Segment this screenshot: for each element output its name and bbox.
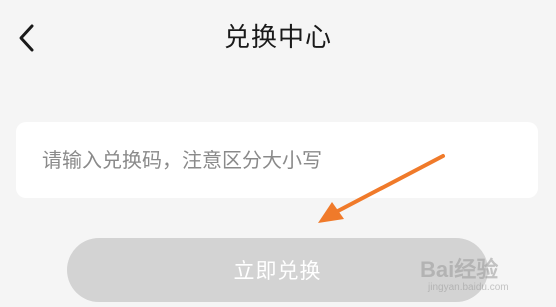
baidu-jingyan-watermark: Bai经验 jingyan.baidu.com xyxy=(420,248,550,300)
redeem-code-card xyxy=(16,122,538,198)
page-title: 兑换中心 xyxy=(223,23,332,53)
watermark-url: jingyan.baidu.com xyxy=(428,282,509,293)
redeem-code-input[interactable] xyxy=(42,122,522,198)
top-bar: 兑换中心 xyxy=(0,0,556,80)
watermark-logo: Bai经验 xyxy=(420,257,499,282)
